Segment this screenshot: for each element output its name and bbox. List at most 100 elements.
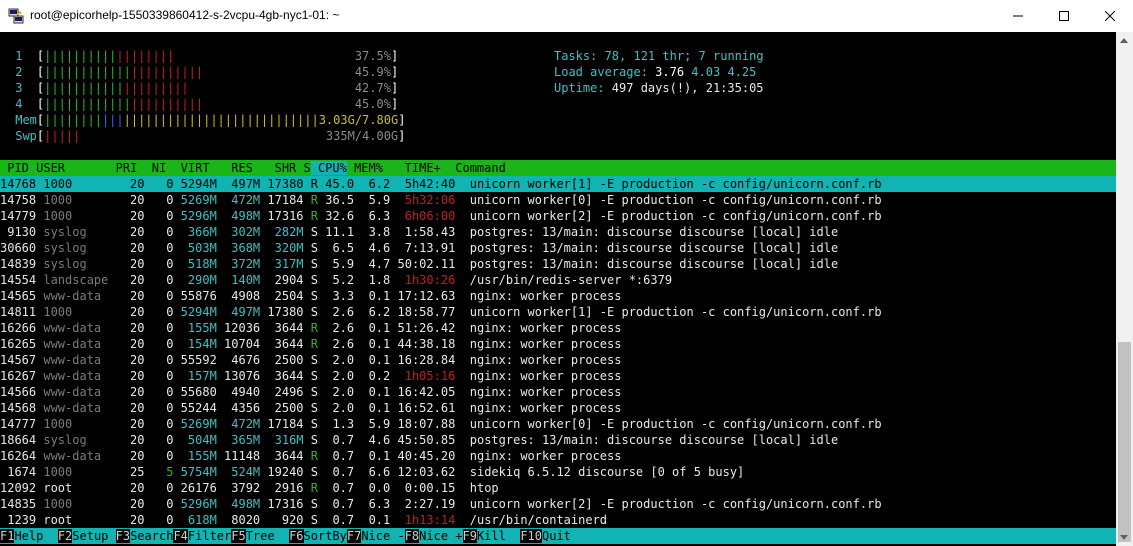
column-header[interactable]: USER — [29, 161, 108, 175]
table-row[interactable]: 14835 1000 20 0 5296M 498M 17316 S 0.7 6… — [0, 496, 1116, 512]
table-row[interactable]: 9130 syslog 20 0 366M 302M 282M S 11.1 3… — [0, 224, 1116, 240]
fkey-label[interactable]: Tree — [245, 529, 290, 543]
pid-cell: 14554 — [0, 273, 37, 287]
command-cell: /usr/bin/containerd — [469, 513, 608, 527]
user-cell: 1000 — [43, 193, 116, 207]
shr-cell: 17316 — [267, 497, 304, 511]
column-header[interactable]: SHR — [253, 161, 297, 175]
pri-cell: 20 — [115, 193, 145, 207]
terminal-screen[interactable]: 1 [|||||||||||||||||| 37.5%] 2 [||||||||… — [0, 32, 1116, 546]
fkey-f1[interactable]: F1 — [0, 529, 15, 543]
table-row[interactable]: 14811 1000 20 0 5294M 497M 17380 S 2.6 6… — [0, 304, 1116, 320]
table-row[interactable]: 14779 1000 20 0 5296M 498M 17316 R 32.6 … — [0, 208, 1116, 224]
fkey-f8[interactable]: F8 — [404, 529, 420, 543]
mem-bar-used: |||||||| — [44, 113, 102, 127]
virt-cell: 5754M — [180, 465, 217, 479]
mem-cell: 0.1 — [361, 401, 391, 415]
table-row[interactable]: 1674 1000 25 5 5754M 524M 19240 S 0.7 6.… — [0, 464, 1116, 480]
table-row[interactable]: 14768 1000 20 0 5294M 497M 17380 R 45.0 … — [0, 176, 1116, 192]
table-row[interactable]: 14566 www-data 20 0 55680 4940 2496 S 2.… — [0, 384, 1116, 400]
mem-cell: 4.6 — [361, 241, 391, 255]
minimize-button[interactable] — [995, 0, 1041, 32]
pri-cell: 20 — [115, 321, 145, 335]
pid-cell: 14811 — [0, 305, 37, 319]
vertical-scrollbar[interactable] — [1116, 32, 1133, 546]
fkey-f7[interactable]: F7 — [346, 529, 362, 543]
column-header-row: PID USER PRI NI VIRT RES SHR S CPU% MEM%… — [0, 160, 1116, 176]
scroll-down-icon[interactable] — [1120, 535, 1128, 540]
fkey-label[interactable]: Nice + — [419, 529, 463, 543]
scrollbar-thumb[interactable] — [1118, 342, 1131, 542]
column-header[interactable]: CPU% — [310, 161, 347, 175]
mem-meter: Mem[||||||||||||||||||||||||||||||||||||… — [8, 112, 405, 128]
virt-cell: 154M — [180, 337, 217, 351]
fkey-f10[interactable]: F10 — [520, 529, 542, 543]
cpu-cell: 2.6 — [325, 305, 355, 319]
cpu-cell: 32.6 — [325, 209, 355, 223]
command-cell: htop — [469, 481, 499, 495]
column-header[interactable]: S — [296, 161, 311, 175]
close-button[interactable] — [1087, 0, 1133, 32]
function-key-row[interactable]: F1Help F2Setup F3SearchF4FilterF5Tree F6… — [0, 528, 1116, 544]
table-row[interactable]: 12092 root 20 0 26176 3792 2916 R 0.7 0.… — [0, 480, 1116, 496]
fkey-label[interactable]: Quit — [542, 529, 586, 543]
cpu-percent: 42.7% — [354, 81, 391, 95]
table-row[interactable]: 30660 syslog 20 0 503M 368M 320M S 6.5 4… — [0, 240, 1116, 256]
table-row[interactable]: 16265 www-data 20 0 154M 10704 3644 R 2.… — [0, 336, 1116, 352]
column-header[interactable]: PRI — [108, 161, 138, 175]
column-header[interactable]: VIRT — [166, 161, 210, 175]
user-cell: syslog — [43, 433, 116, 447]
shr-cell: 17184 — [267, 417, 304, 431]
column-header[interactable]: NI — [137, 161, 166, 175]
fkey-f4[interactable]: F4 — [173, 529, 188, 543]
fkey-label[interactable]: Nice - — [361, 529, 405, 543]
fkey-f2[interactable]: F2 — [57, 529, 73, 543]
time-cell: 7:13.91 — [397, 241, 456, 255]
virt-cell: 5269M — [180, 193, 217, 207]
table-row[interactable]: 14777 1000 20 0 5269M 472M 17184 S 1.3 5… — [0, 416, 1116, 432]
terminal-window: root@epicorhelp-1550339860412-s-2vcpu-4g… — [0, 0, 1133, 546]
ni-cell: 0 — [151, 305, 174, 319]
table-row[interactable]: 14565 www-data 20 0 55876 4908 2504 S 3.… — [0, 288, 1116, 304]
table-row[interactable]: 16267 www-data 20 0 157M 13076 3644 S 2.… — [0, 368, 1116, 384]
fkey-label[interactable]: SortBy — [303, 529, 347, 543]
fkey-f9[interactable]: F9 — [462, 529, 477, 543]
table-row[interactable]: 14568 www-data 20 0 55244 4356 2500 S 2.… — [0, 400, 1116, 416]
table-row[interactable]: 14758 1000 20 0 5269M 472M 17184 R 36.5 … — [0, 192, 1116, 208]
column-header[interactable]: Command — [448, 161, 506, 175]
table-row[interactable]: 14839 syslog 20 0 518M 372M 317M S 5.9 4… — [0, 256, 1116, 272]
table-row[interactable]: 16264 www-data 20 0 155M 11148 3644 R 0.… — [0, 448, 1116, 464]
fkey-label[interactable]: Filter — [187, 529, 232, 543]
command-cell: nginx: worker process — [469, 449, 622, 463]
table-row[interactable]: 14567 www-data 20 0 55592 4676 2500 S 2.… — [0, 352, 1116, 368]
pid-cell: 14768 — [0, 177, 37, 191]
table-row[interactable]: 14554 landscape 20 0 290M 140M 2904 S 5.… — [0, 272, 1116, 288]
column-header[interactable]: MEM% — [347, 161, 383, 175]
table-row[interactable]: 18664 syslog 20 0 504M 365M 316M S 0.7 4… — [0, 432, 1116, 448]
fkey-f5[interactable]: F5 — [231, 529, 246, 543]
table-row[interactable]: 1239 root 20 0 618M 8020 920 S 0.7 0.1 1… — [0, 512, 1116, 528]
fkey-label[interactable]: Search — [130, 529, 174, 543]
column-header[interactable]: TIME+ — [383, 161, 448, 175]
fkey-label[interactable]: Setup — [72, 529, 116, 543]
fkey-f6[interactable]: F6 — [289, 529, 304, 543]
column-header[interactable]: RES — [210, 161, 253, 175]
column-header[interactable]: PID — [0, 161, 29, 175]
fkey-label[interactable]: Kill — [476, 529, 521, 543]
command-cell: unicorn worker[0] -E production -c confi… — [469, 193, 882, 207]
title-bar[interactable]: root@epicorhelp-1550339860412-s-2vcpu-4g… — [0, 0, 1133, 33]
scroll-up-icon[interactable] — [1120, 38, 1128, 43]
fkey-f3[interactable]: F3 — [115, 529, 131, 543]
fkey-label[interactable]: Help — [14, 529, 58, 543]
maximize-button[interactable] — [1041, 0, 1087, 32]
table-row[interactable]: 16266 www-data 20 0 155M 12036 3644 R 2.… — [0, 320, 1116, 336]
